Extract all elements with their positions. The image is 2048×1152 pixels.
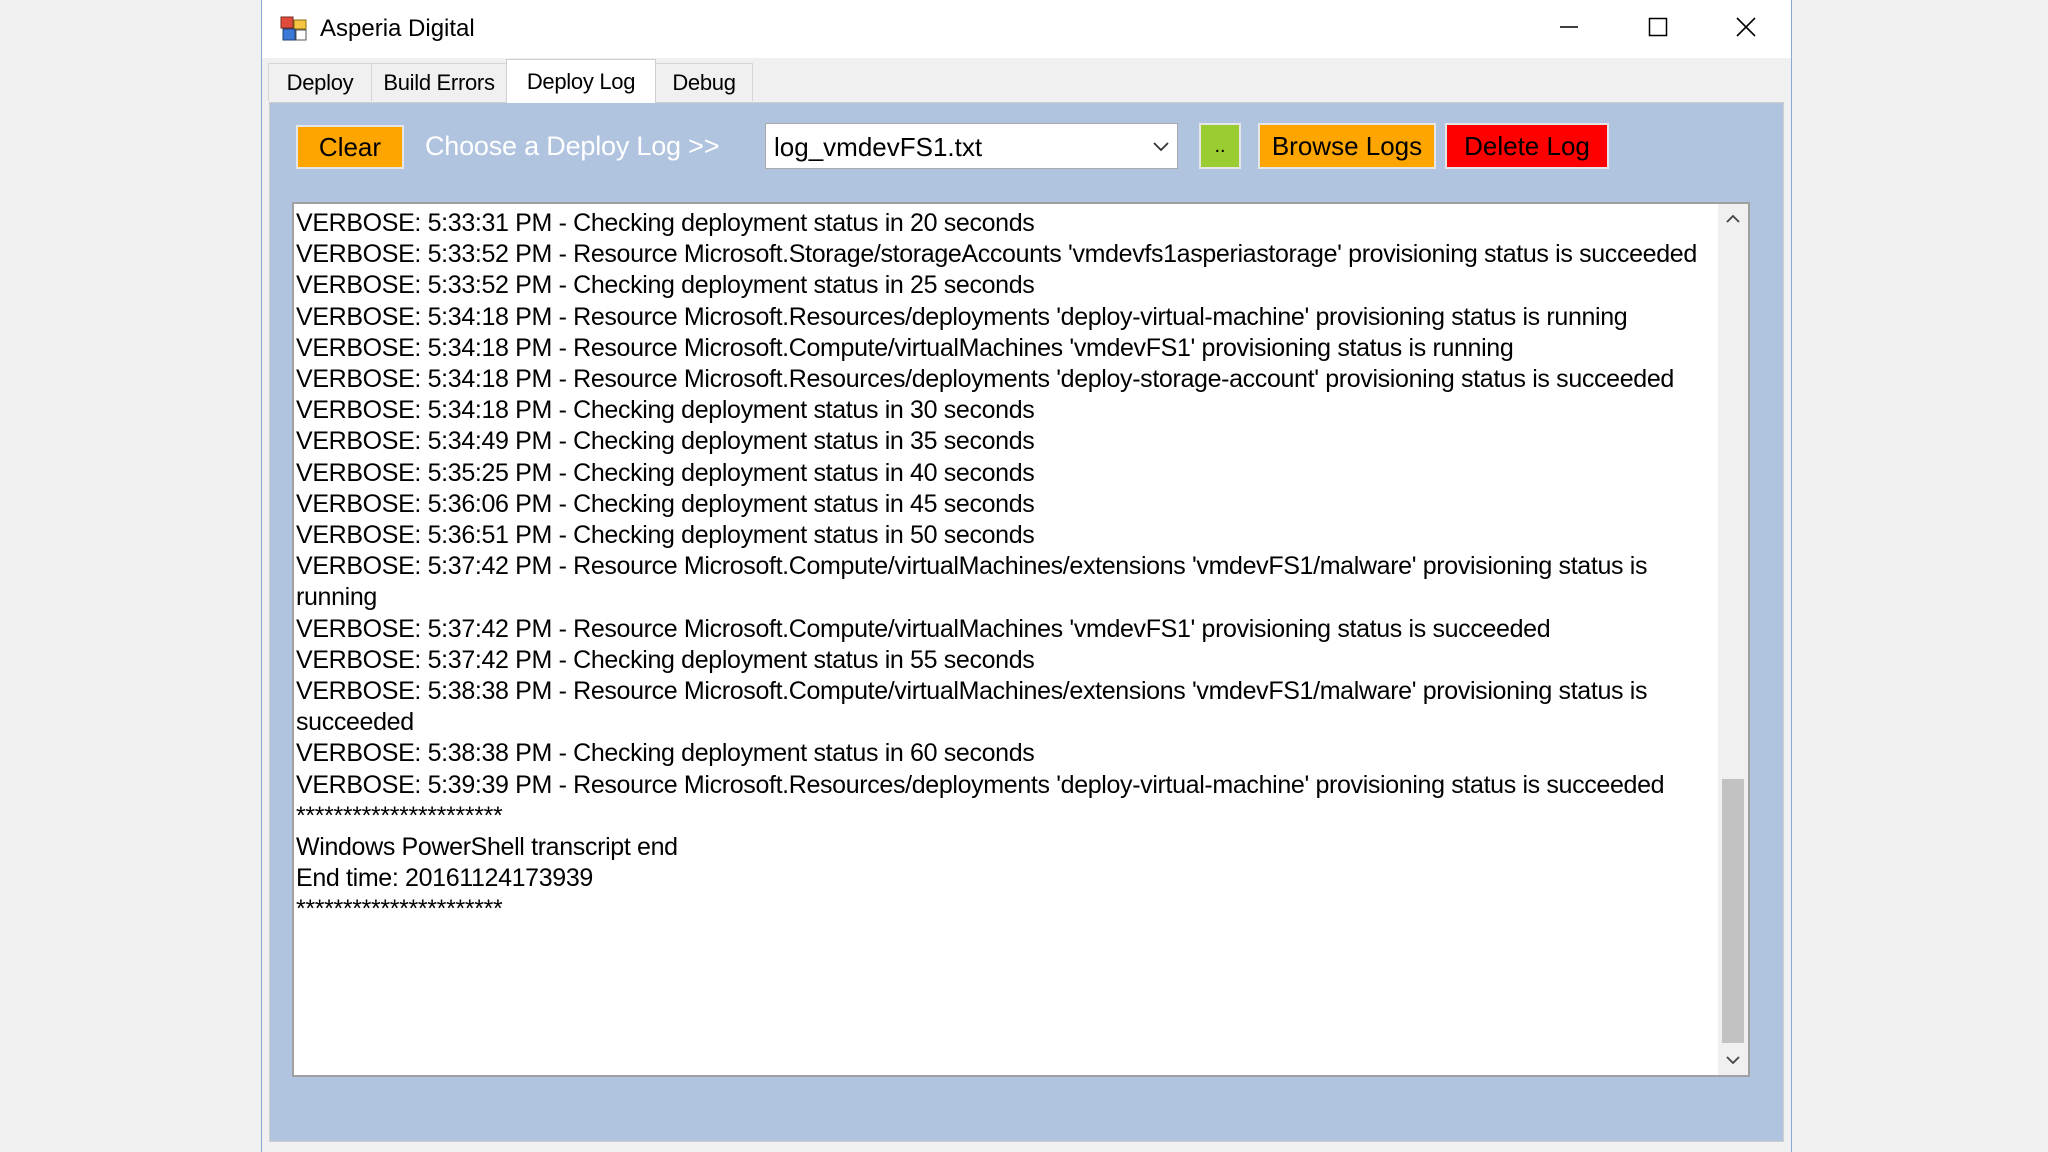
tab-build-errors[interactable]: Build Errors <box>371 63 507 101</box>
close-icon <box>1735 16 1757 43</box>
maximize-icon <box>1648 17 1668 42</box>
vertical-scrollbar[interactable] <box>1718 204 1748 1075</box>
delete-log-button[interactable]: Delete Log <box>1445 123 1609 169</box>
tab-deploy-log[interactable]: Deploy Log <box>506 59 656 103</box>
clear-button[interactable]: Clear <box>296 125 404 169</box>
maximize-button[interactable] <box>1614 0 1702 58</box>
close-button[interactable] <box>1702 0 1790 58</box>
log-text: VERBOSE: 5:33:31 PM - Checking deploymen… <box>296 209 1697 924</box>
choose-log-label: Choose a Deploy Log >> <box>425 131 720 161</box>
pick-log-button[interactable]: .. <box>1199 123 1241 169</box>
window-title: Asperia Digital <box>320 15 475 42</box>
log-textbox[interactable]: VERBOSE: 5:33:31 PM - Checking deploymen… <box>292 202 1750 1077</box>
minimize-button[interactable] <box>1525 0 1613 58</box>
title-bar[interactable]: Asperia Digital <box>262 0 1791 58</box>
tab-strip: Deploy Build Errors Deploy Log Debug <box>262 58 1791 103</box>
chevron-up-icon[interactable] <box>1718 204 1748 234</box>
browse-logs-button[interactable]: Browse Logs <box>1258 123 1436 169</box>
deploy-log-panel: Clear Choose a Deploy Log >> log_vmdevFS… <box>269 102 1784 1142</box>
tab-debug[interactable]: Debug <box>655 63 753 101</box>
app-window: Asperia Digital Deploy Build Errors Depl… <box>261 0 1792 1152</box>
log-select-value: log_vmdevFS1.txt <box>774 132 983 162</box>
chevron-down-icon[interactable] <box>1718 1045 1748 1075</box>
scrollbar-thumb[interactable] <box>1722 779 1744 1043</box>
app-icon <box>280 16 308 42</box>
log-select[interactable]: log_vmdevFS1.txt <box>765 123 1178 169</box>
chevron-down-icon[interactable] <box>1151 136 1171 156</box>
minimize-icon <box>1559 17 1579 42</box>
tab-deploy[interactable]: Deploy <box>268 63 372 101</box>
